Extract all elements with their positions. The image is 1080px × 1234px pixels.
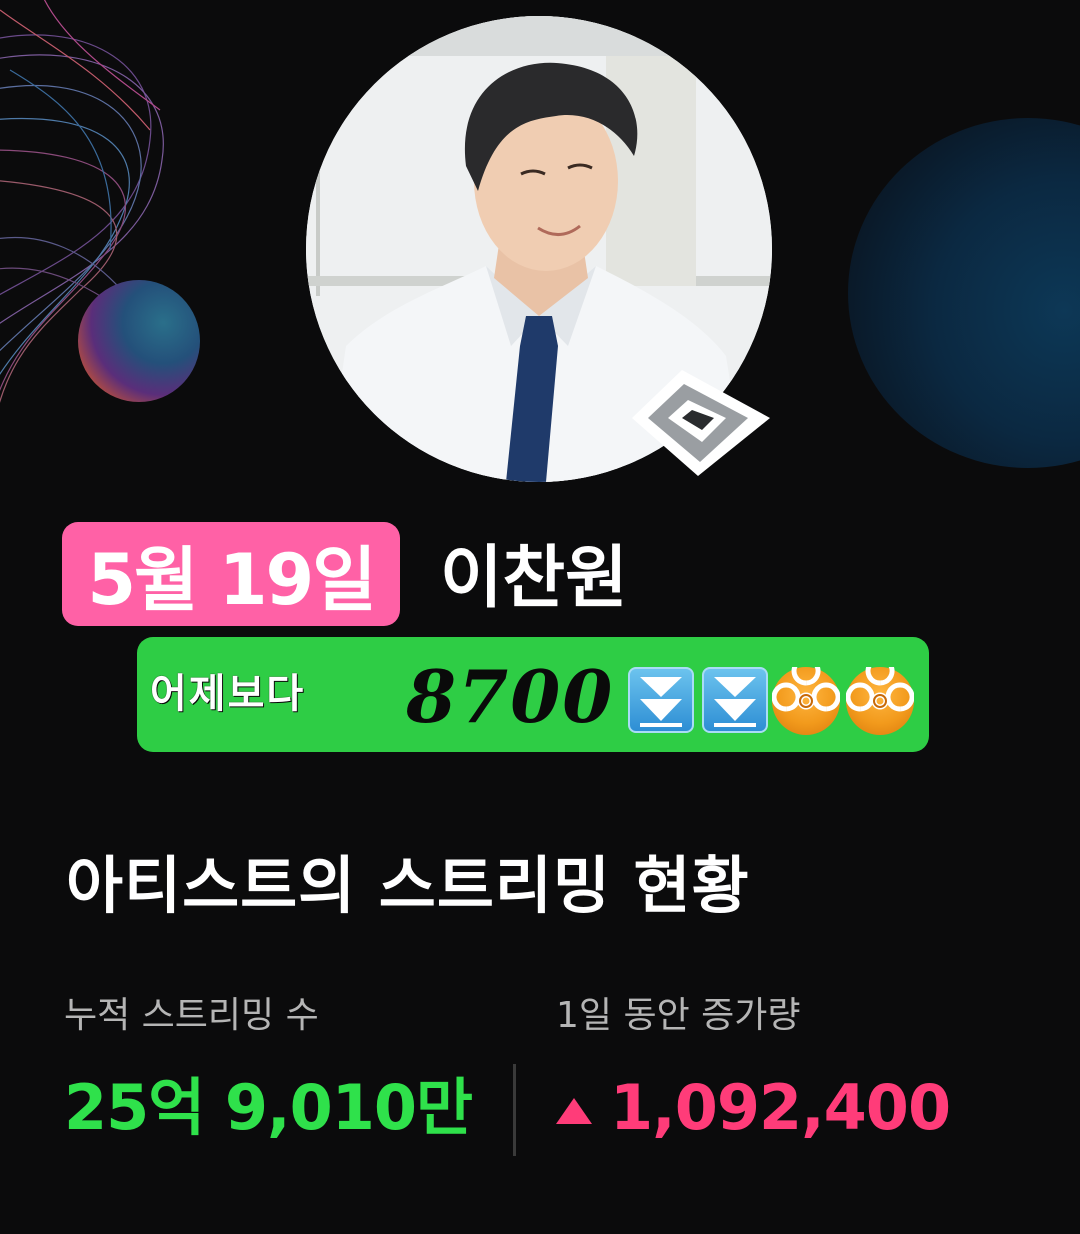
date-badge: 5월 19일 xyxy=(62,522,400,626)
total-streams-label: 누적 스트리밍 수 xyxy=(64,995,319,1036)
daily-increase: 1,092,400 xyxy=(556,1068,951,1148)
section-title: 아티스트의 스트리밍 현황 xyxy=(66,849,750,922)
biohazard-icon xyxy=(771,656,841,735)
double-down-arrow-icon xyxy=(628,667,694,733)
daily-increase-label: 1일 동안 증가량 xyxy=(556,995,801,1036)
decorative-glow-orb xyxy=(848,118,1080,468)
artist-name: 이찬원 xyxy=(440,539,628,618)
compare-value: 8700 xyxy=(406,654,615,739)
stats-divider xyxy=(513,1064,516,1156)
platform-badge-icon xyxy=(632,370,770,476)
double-down-arrow-icon xyxy=(702,667,768,733)
streaming-status-screen: 5월 19일 이찬원 어제보다 8700 아티스트의 스트리밍 현황 누적 스트… xyxy=(0,0,1080,1234)
compare-label: 어제보다 xyxy=(150,671,306,717)
decorative-planet xyxy=(78,280,200,402)
biohazard-icon xyxy=(845,656,915,735)
up-triangle-icon xyxy=(556,1098,592,1124)
total-streams-value: 25억 9,010만 xyxy=(64,1071,473,1144)
daily-increase-value: 1,092,400 xyxy=(610,1071,951,1144)
